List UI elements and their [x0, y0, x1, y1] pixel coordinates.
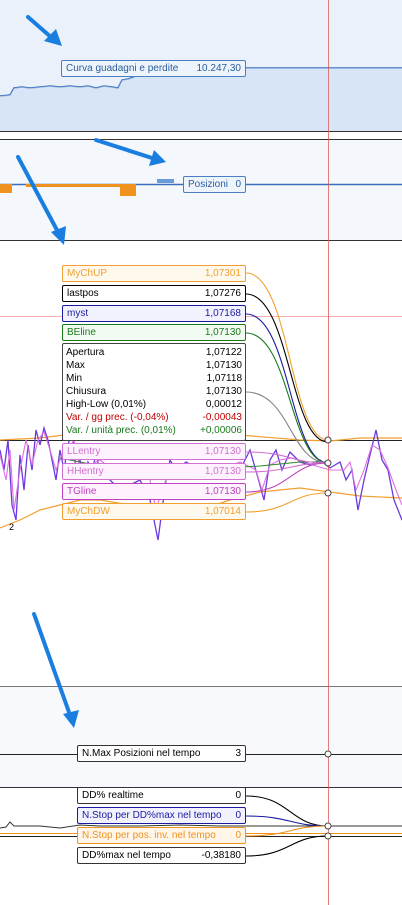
- ohlc-value: 1,07118: [206, 373, 242, 384]
- indicator-value: 1,07130: [204, 446, 241, 457]
- indicator-name: lastpos: [67, 288, 99, 299]
- bar-label: 2: [9, 522, 14, 532]
- cursor-marker: [324, 822, 332, 830]
- ohlc-label: Max: [66, 360, 85, 371]
- dd-label-value: -0,38180: [201, 850, 241, 861]
- ohlc-value: +0,00006: [200, 425, 242, 436]
- dd-label-name: N.Stop per DD%max nel tempo: [82, 810, 222, 821]
- annotation-arrow: [26, 15, 62, 46]
- equity-area: [0, 68, 402, 131]
- ohlc-label: High-Low (0,01%): [66, 399, 147, 410]
- indicator-label-tgline[interactable]: TGline 1,07130: [62, 483, 246, 500]
- position-bar: [26, 184, 126, 187]
- ohlc-value: -0,00043: [202, 412, 242, 423]
- indicator-value: 1,07014: [204, 506, 241, 517]
- ohlc-row: Var. / gg prec. (-0,04%) -0,00043: [66, 411, 242, 424]
- position-bar: [120, 184, 136, 196]
- ohlc-row: Max 1,07130: [66, 359, 242, 372]
- equity-label[interactable]: Curva guadagni e perdite 10.247,30: [61, 60, 246, 77]
- max-positions-name: N.Max Posizioni nel tempo: [82, 748, 201, 759]
- indicator-label-mychdw[interactable]: MyChDW 1,07014: [62, 503, 246, 520]
- equity-label-value: 10.247,30: [196, 63, 242, 74]
- connector-dd-realtime: [245, 795, 329, 827]
- indicator-label-myst[interactable]: myst 1,07168: [62, 305, 246, 322]
- indicator-value: 1,07276: [204, 288, 241, 299]
- dd-label-value: 0: [235, 830, 241, 841]
- ohlc-row: Var. / unità prec. (0,01%) +0,00006: [66, 424, 242, 437]
- dd-label-1[interactable]: N.Stop per DD%max nel tempo 0: [77, 807, 246, 824]
- max-positions-value: 3: [235, 748, 241, 759]
- max-positions-label[interactable]: N.Max Posizioni nel tempo 3: [77, 745, 246, 762]
- connector-ddmax: [245, 835, 329, 857]
- annotation-arrow: [32, 612, 79, 728]
- positions-label-value: 0: [235, 179, 241, 190]
- equity-label-name: Curva guadagni e perdite: [66, 63, 179, 74]
- indicator-value: 1,07301: [204, 268, 241, 279]
- chart-workspace[interactable]: 2 Curva guadagni e perdite 10.247,30 Pos…: [0, 0, 402, 905]
- connector-mychdw: [245, 492, 329, 513]
- dd-label-value: 0: [235, 790, 241, 801]
- ohlc-value: 1,07122: [205, 347, 242, 358]
- indicator-value: 1,07130: [204, 486, 241, 497]
- indicator-value: 1,07168: [204, 308, 241, 319]
- dd-label-name: DD% realtime: [82, 790, 144, 801]
- cursor-marker: [324, 459, 332, 467]
- ohlc-label: Var. / unità prec. (0,01%): [66, 425, 176, 436]
- position-bar: [0, 184, 12, 193]
- ohlc-value: 0,00012: [205, 399, 242, 410]
- indicator-label-llentry[interactable]: LLentry 1,07130: [62, 443, 246, 460]
- cursor-marker: [324, 750, 332, 758]
- annotation-arrow: [94, 138, 166, 166]
- indicator-name: MyChDW: [67, 506, 110, 517]
- connector-nstop-pos: [245, 825, 329, 837]
- dd-label-2[interactable]: N.Stop per pos. inv. nel tempo 0: [77, 827, 246, 844]
- indicator-value: 1,07130: [204, 327, 241, 338]
- ohlc-row: Min 1,07118: [66, 372, 242, 385]
- position-bar: [157, 179, 174, 183]
- indicator-name: TGline: [67, 486, 97, 497]
- cursor-marker: [324, 436, 332, 444]
- positions-label-name: Posizioni: [188, 179, 229, 190]
- dd-label-name: DD%max nel tempo: [82, 850, 171, 861]
- ohlc-row: Chiusura 1,07130: [66, 385, 242, 398]
- ohlc-row: Apertura 1,07122: [66, 346, 242, 359]
- ohlc-label: Var. / gg prec. (-0,04%): [66, 412, 169, 423]
- ohlc-label: Apertura: [66, 347, 105, 358]
- ohlc-value: 1,07130: [205, 386, 242, 397]
- indicator-value: 1,07130: [204, 466, 241, 477]
- dd-label-3[interactable]: DD%max nel tempo -0,38180: [77, 847, 246, 864]
- indicator-label-lastpos[interactable]: lastpos 1,07276: [62, 285, 246, 302]
- ohlc-value: 1,07130: [205, 360, 242, 371]
- indicator-name: HHentry: [67, 466, 104, 477]
- ohlc-label: Chiusura: [66, 386, 107, 397]
- indicator-label-beline[interactable]: BEline 1,07130: [62, 324, 246, 341]
- dd-label-value: 0: [235, 810, 241, 821]
- indicator-label-hhentry[interactable]: HHentry 1,07130: [62, 463, 246, 480]
- dd-label-0[interactable]: DD% realtime 0: [77, 787, 246, 804]
- ohlc-label: Min: [66, 373, 83, 384]
- indicator-name: BEline: [67, 327, 96, 338]
- ohlc-info-box: Apertura 1,07122 Max 1,07130 Min 1,07118 Chius…: [62, 343, 246, 441]
- indicator-label-mychup[interactable]: MyChUP 1,07301: [62, 265, 246, 282]
- dd-label-name: N.Stop per pos. inv. nel tempo: [82, 830, 216, 841]
- indicator-name: MyChUP: [67, 268, 108, 279]
- cursor-marker: [324, 832, 332, 840]
- ohlc-row: High-Low (0,01%) 0,00012: [66, 398, 242, 411]
- cursor-marker: [324, 489, 332, 497]
- positions-label[interactable]: Posizioni 0: [183, 176, 246, 193]
- indicator-name: myst: [67, 308, 89, 319]
- annotation-arrow: [16, 155, 66, 245]
- indicator-name: LLentry: [67, 446, 101, 457]
- connector-beline: [245, 332, 329, 464]
